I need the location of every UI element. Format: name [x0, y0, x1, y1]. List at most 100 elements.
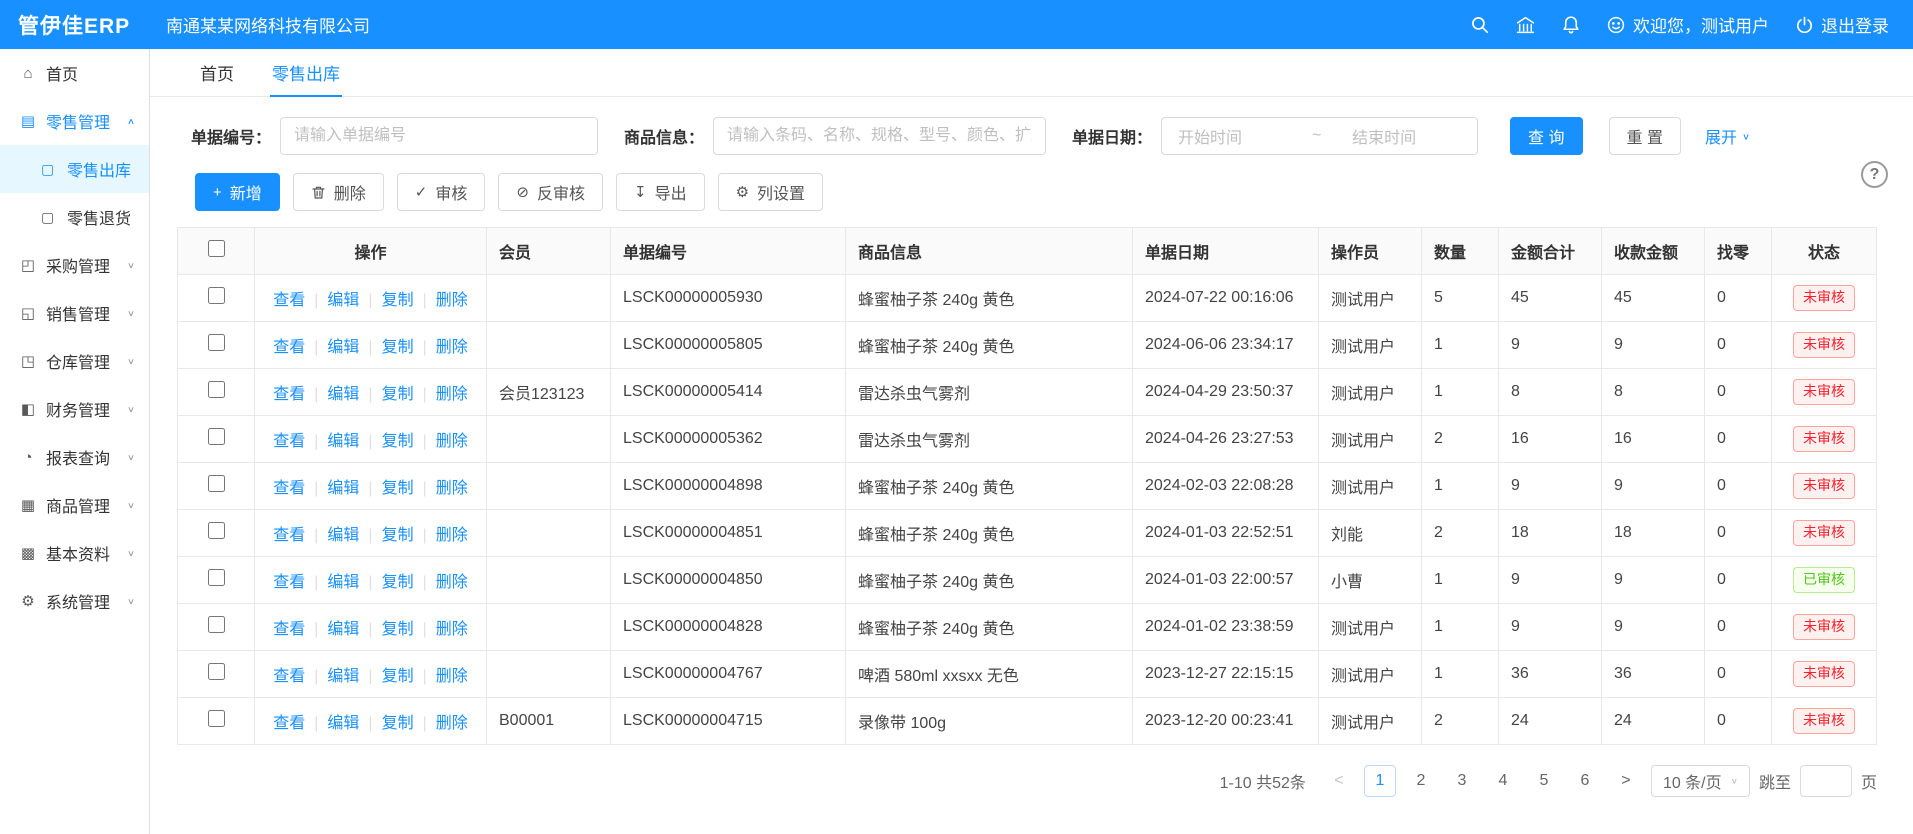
action-view-link[interactable]: 查看 [273, 480, 305, 497]
action-edit-link[interactable]: 编辑 [327, 668, 359, 685]
page-2-button[interactable]: 2 [1405, 765, 1437, 797]
action-view-link[interactable]: 查看 [273, 339, 305, 356]
unaudit-button[interactable]: ⊘反审核 [498, 173, 603, 211]
action-edit-link[interactable]: 编辑 [327, 715, 359, 732]
action-view-link[interactable]: 查看 [273, 668, 305, 685]
start-date-input[interactable]: 开始时间 [1178, 124, 1291, 148]
action-edit-link[interactable]: 编辑 [327, 480, 359, 497]
action-delete-link[interactable]: 删除 [436, 715, 468, 732]
sidebar-item-retail[interactable]: ▤零售管理∧ [0, 97, 149, 145]
action-delete-link[interactable]: 删除 [436, 292, 468, 309]
column-settings-button[interactable]: ⚙列设置 [718, 173, 823, 211]
sidebar-item-purchase[interactable]: ◰采购管理∨ [0, 241, 149, 289]
delete-button[interactable]: 删除 [293, 173, 384, 211]
action-delete-link[interactable]: 删除 [436, 668, 468, 685]
sidebar-item-warehouse[interactable]: ◳仓库管理∨ [0, 337, 149, 385]
row-checkbox[interactable] [208, 428, 225, 445]
row-checkbox[interactable] [208, 475, 225, 492]
expand-toggle[interactable]: 展开 ∨ [1705, 124, 1750, 148]
logout-button[interactable]: 退出登录 [1796, 12, 1889, 37]
page-5-button[interactable]: 5 [1528, 765, 1560, 797]
action-edit-link[interactable]: 编辑 [327, 386, 359, 403]
action-copy-link[interactable]: 复制 [382, 292, 414, 309]
action-edit-link[interactable]: 编辑 [327, 433, 359, 450]
bell-icon[interactable] [1562, 15, 1580, 34]
row-checkbox[interactable] [208, 616, 225, 633]
prev-page-button[interactable]: < [1323, 765, 1355, 797]
action-edit-link[interactable]: 编辑 [327, 339, 359, 356]
welcome-user[interactable]: 欢迎您，测试用户 [1607, 12, 1769, 37]
action-delete-link[interactable]: 删除 [436, 527, 468, 544]
action-copy-link[interactable]: 复制 [382, 386, 414, 403]
sidebar-item-retail-return[interactable]: ▢零售退货 [0, 193, 149, 241]
date-range-picker[interactable]: 开始时间 ~ 结束时间 [1161, 117, 1478, 155]
sidebar-item-label: 首页 [46, 61, 78, 85]
organization-icon[interactable] [1516, 16, 1535, 34]
sidebar-item-finance[interactable]: ◧财务管理∨ [0, 385, 149, 433]
action-delete-link[interactable]: 删除 [436, 433, 468, 450]
row-checkbox[interactable] [208, 287, 225, 304]
action-view-link[interactable]: 查看 [273, 574, 305, 591]
action-view-link[interactable]: 查看 [273, 715, 305, 732]
page-size-select[interactable]: 10 条/页∨ [1651, 765, 1750, 797]
action-copy-link[interactable]: 复制 [382, 621, 414, 638]
select-all-checkbox[interactable] [208, 240, 225, 257]
next-page-button[interactable]: > [1610, 765, 1642, 797]
sidebar-item-basic[interactable]: ▩基本资料∨ [0, 529, 149, 577]
export-button[interactable]: ↧导出 [616, 173, 705, 211]
action-edit-link[interactable]: 编辑 [327, 292, 359, 309]
tab-retail-outbound[interactable]: 零售出库 [270, 49, 342, 96]
action-delete-link[interactable]: 删除 [436, 339, 468, 356]
sidebar-item-home[interactable]: ⌂首页 [0, 49, 149, 97]
page-6-button[interactable]: 6 [1569, 765, 1601, 797]
end-date-input[interactable]: 结束时间 [1342, 124, 1461, 148]
sidebar-item-retail-outbound[interactable]: ▢零售出库 [0, 145, 149, 193]
row-checkbox[interactable] [208, 569, 225, 586]
action-delete-link[interactable]: 删除 [436, 480, 468, 497]
sidebar-item-system[interactable]: ⚙系统管理∨ [0, 577, 149, 625]
page-1-button[interactable]: 1 [1364, 765, 1396, 797]
action-copy-link[interactable]: 复制 [382, 574, 414, 591]
action-edit-link[interactable]: 编辑 [327, 621, 359, 638]
sidebar-item-reports[interactable]: ◔报表查询∨ [0, 433, 149, 481]
sidebar-item-sales[interactable]: ◱销售管理∨ [0, 289, 149, 337]
action-copy-link[interactable]: 复制 [382, 433, 414, 450]
action-edit-link[interactable]: 编辑 [327, 527, 359, 544]
action-copy-link[interactable]: 复制 [382, 527, 414, 544]
link-separator: | [423, 668, 427, 685]
action-copy-link[interactable]: 复制 [382, 480, 414, 497]
action-delete-link[interactable]: 删除 [436, 621, 468, 638]
action-copy-link[interactable]: 复制 [382, 715, 414, 732]
action-view-link[interactable]: 查看 [273, 621, 305, 638]
sidebar-item-goods[interactable]: ▦商品管理∨ [0, 481, 149, 529]
action-copy-link[interactable]: 复制 [382, 339, 414, 356]
action-view-link[interactable]: 查看 [273, 527, 305, 544]
add-button[interactable]: +新增 [195, 173, 280, 211]
search-icon[interactable] [1471, 16, 1489, 34]
jump-page-input[interactable] [1800, 765, 1852, 797]
product-info-input[interactable] [713, 117, 1046, 155]
action-view-link[interactable]: 查看 [273, 433, 305, 450]
action-delete-link[interactable]: 删除 [436, 386, 468, 403]
row-checkbox[interactable] [208, 381, 225, 398]
row-checkbox[interactable] [208, 522, 225, 539]
row-checkbox[interactable] [208, 334, 225, 351]
audit-button[interactable]: ✓审核 [397, 173, 486, 211]
tab-home[interactable]: 首页 [198, 49, 236, 96]
action-view-link[interactable]: 查看 [273, 386, 305, 403]
page-4-button[interactable]: 4 [1487, 765, 1519, 797]
bill-no-input[interactable] [280, 117, 598, 155]
row-checkbox[interactable] [208, 663, 225, 680]
action-view-link[interactable]: 查看 [273, 292, 305, 309]
table-row: 查看|编辑|复制|删除B00001LSCK00000004715录像带 100g… [178, 698, 1877, 745]
page-3-button[interactable]: 3 [1446, 765, 1478, 797]
action-copy-link[interactable]: 复制 [382, 668, 414, 685]
row-checkbox[interactable] [208, 710, 225, 727]
cell-qty: 5 [1422, 275, 1499, 322]
help-icon[interactable]: ? [1861, 161, 1888, 188]
search-button[interactable]: 查 询 [1510, 117, 1582, 155]
reset-button[interactable]: 重 置 [1609, 117, 1681, 155]
action-edit-link[interactable]: 编辑 [327, 574, 359, 591]
action-delete-link[interactable]: 删除 [436, 574, 468, 591]
status-badge: 未审核 [1793, 379, 1855, 405]
